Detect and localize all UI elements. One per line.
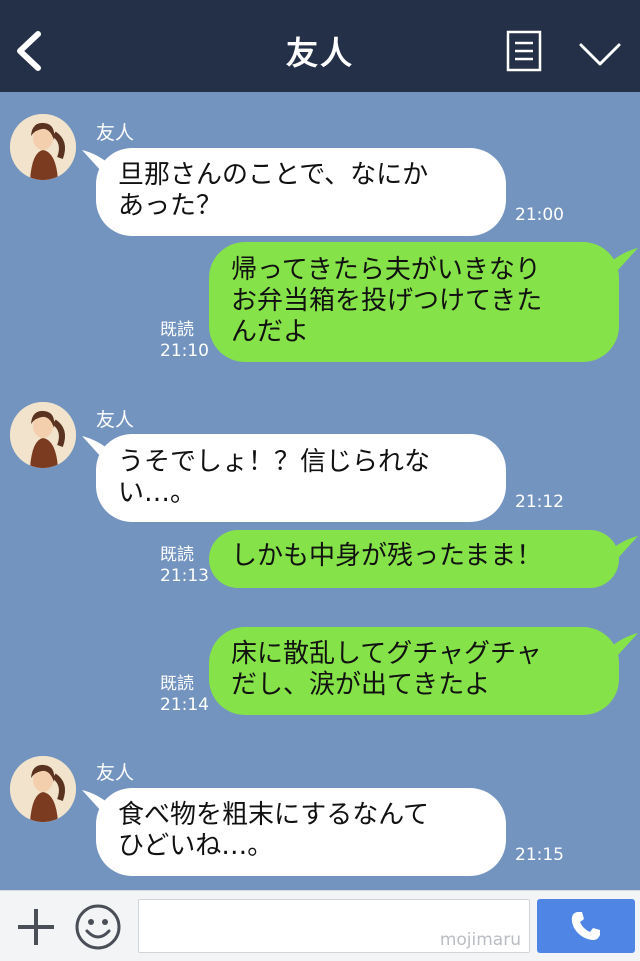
message-composer: mojimaru <box>0 890 640 961</box>
message-bubble[interactable]: しかも中身が残ったまま！ <box>209 530 619 588</box>
avatar-image <box>10 402 76 468</box>
message-bubble[interactable]: 床に散乱してグチャグチャ だし、涙が出てきたよ <box>209 627 619 715</box>
message-line: 床に散乱してグチャグチャ <box>231 639 542 669</box>
message-line: お弁当箱を投げつけてきた <box>231 286 543 316</box>
message-time: 21:15 <box>515 845 564 865</box>
message-line: 帰ってきたら夫がいきなり <box>231 255 541 285</box>
phone-icon <box>571 912 600 940</box>
message-line: ひどいね…。 <box>118 831 274 861</box>
sender-name: 友人 <box>96 409 135 431</box>
message-line: だし、涙が出てきたよ <box>231 670 491 700</box>
message-time: 21:10 <box>160 341 209 361</box>
message-line: 食べ物を粗末にするなんて <box>118 800 429 830</box>
message-time: 21:13 <box>160 566 209 586</box>
call-button[interactable] <box>537 899 635 953</box>
message-input[interactable]: mojimaru <box>138 899 530 953</box>
avatar[interactable] <box>10 402 76 468</box>
menu-list-icon[interactable] <box>506 30 542 72</box>
avatar-image <box>10 114 76 180</box>
message-line: うそでしょ！？信じられな <box>118 447 431 477</box>
message-line: 旦那さんのことで、なにか <box>118 160 429 190</box>
chevron-down-icon[interactable] <box>578 40 622 70</box>
message-bubble[interactable]: 旦那さんのことで、なにか あった？ <box>96 148 506 236</box>
smiley-icon[interactable] <box>74 903 122 951</box>
avatar[interactable] <box>10 756 76 822</box>
message-time: 21:14 <box>160 695 209 715</box>
chat-title: 友人 <box>285 34 354 72</box>
bubble-tail <box>608 536 638 558</box>
message-bubble[interactable]: うそでしょ！？信じられな い…。 <box>96 434 506 522</box>
message-time: 21:12 <box>515 492 564 512</box>
message-line: しかも中身が残ったまま！ <box>231 541 543 571</box>
message-time: 21:00 <box>515 205 564 225</box>
read-status: 既読 <box>160 545 194 565</box>
bubble-tail <box>608 633 638 655</box>
read-status: 既読 <box>160 320 194 340</box>
chat-header: 友人 <box>0 0 640 92</box>
message-line: い…。 <box>118 478 197 508</box>
plus-icon[interactable] <box>14 905 58 949</box>
message-bubble[interactable]: 帰ってきたら夫がいきなり お弁当箱を投げつけてきた んだよ <box>209 242 619 362</box>
avatar-image <box>10 756 76 822</box>
sender-name: 友人 <box>96 762 135 784</box>
sender-name: 友人 <box>96 122 135 144</box>
watermark: mojimaru <box>439 930 521 950</box>
avatar[interactable] <box>10 114 76 180</box>
read-status: 既読 <box>160 674 194 694</box>
message-bubble[interactable]: 食べ物を粗末にするなんて ひどいね…。 <box>96 788 506 876</box>
message-line: あった？ <box>118 191 223 221</box>
message-line: んだよ <box>231 317 310 347</box>
bubble-tail <box>608 248 638 270</box>
